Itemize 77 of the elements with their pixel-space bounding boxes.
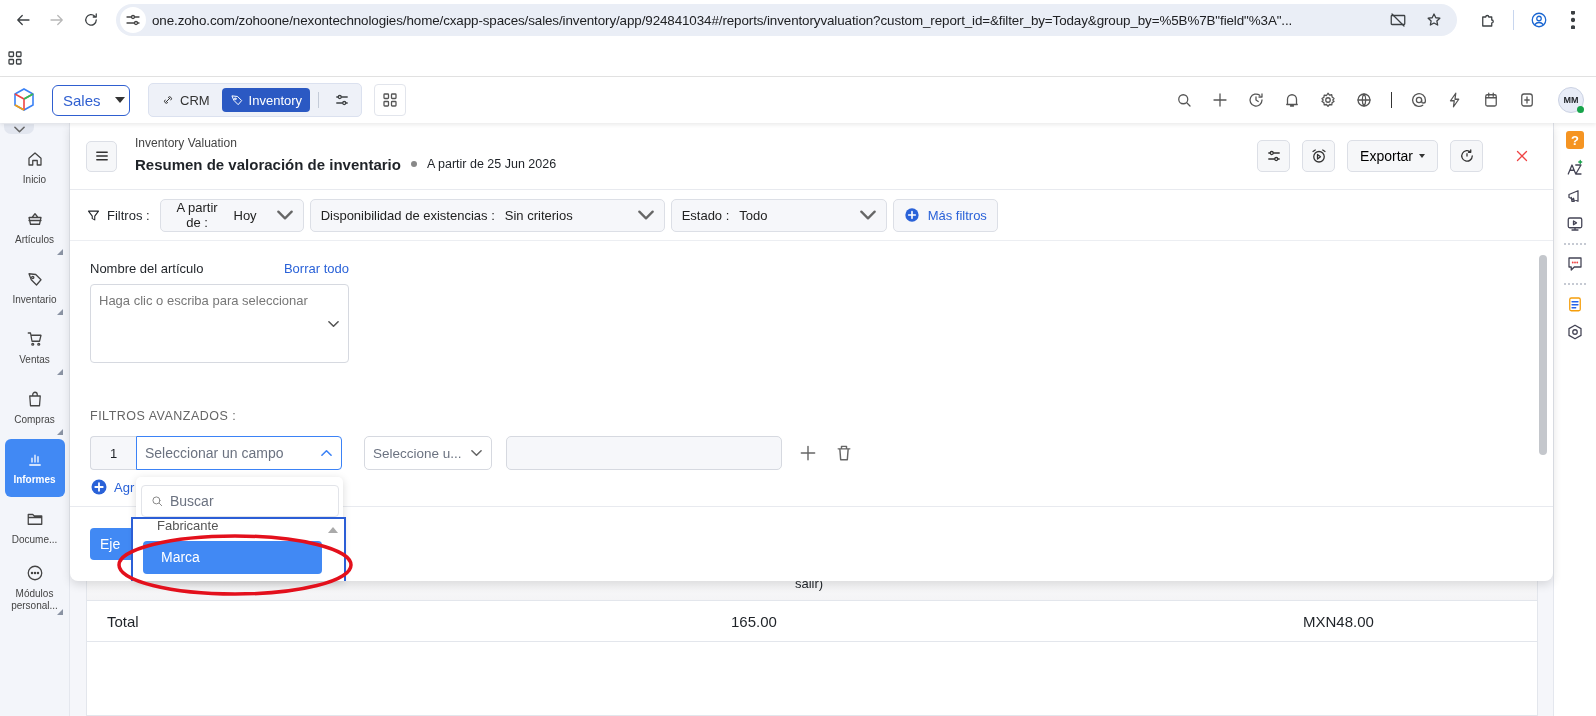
address-bar[interactable]: one.zoho.com/zohoone/nexontechnologies/home/cxapp-spaces/sales/inventory/app/924841034#/reports/inventoryvaluation?custom_report_id=&filter_by=Today&group_by=%5B%7B"field"%3A"... — [116, 4, 1457, 36]
document-icon — [1518, 91, 1536, 109]
sidebar-item[interactable]: Artículos — [4, 199, 65, 257]
field-label: Nombre del artículo — [90, 261, 204, 276]
refresh-button[interactable] — [1450, 140, 1483, 172]
video-screen-icon — [1566, 215, 1584, 233]
menu-button[interactable] — [86, 140, 117, 172]
home-icon — [25, 150, 44, 168]
at-sign-icon — [1410, 91, 1428, 109]
notes-icon — [1566, 295, 1584, 313]
more-icon — [25, 564, 44, 582]
sidebar-item[interactable]: Inventario — [4, 259, 65, 317]
field-select[interactable]: Seleccionar un campo — [136, 436, 342, 470]
section-heading: FILTROS AVANZADOS : — [90, 409, 238, 423]
sidebar-item[interactable]: Módulos personal... — [4, 559, 65, 617]
translate-icon — [1566, 159, 1584, 177]
breadcrumb: Inventory Valuation — [135, 135, 238, 150]
sidebar-item[interactable]: Docume... — [4, 499, 65, 557]
grid-button[interactable] — [374, 84, 407, 116]
filter-dropdown[interactable]: A partir de : Hoy — [159, 198, 304, 232]
search-field[interactable]: Buscar — [141, 485, 339, 517]
url-text: one.zoho.com/zohoone/nexontechnologies/home/cxapp-spaces/sales/inventory/app/924841034#/reports/inventoryvaluation?custom_report_id=&filter_by=Today&group_by=%5B%7B"field"%3A"... — [152, 12, 1294, 28]
schedule-button[interactable] — [1302, 140, 1336, 172]
hexagon-icon — [1566, 323, 1584, 341]
plus-circle-icon — [903, 207, 920, 223]
cube-logo-icon[interactable] — [12, 87, 36, 113]
filters-label: Filtros : — [107, 207, 150, 223]
operator-select[interactable]: Seleccione u... — [364, 436, 492, 470]
table-cell-text: MXN48.00 — [1303, 612, 1375, 630]
plus-circle-icon — [90, 478, 108, 496]
table-cell-text: Total — [107, 612, 140, 630]
app-tab[interactable]: CRM — [153, 88, 218, 112]
filter-dropdown[interactable]: Disponibilidad de existencias : Sin criterios — [309, 198, 665, 232]
globe-icon — [1354, 91, 1373, 109]
grid-icon — [381, 91, 400, 109]
item-select-field[interactable]: Haga clic o escriba para seleccionar — [90, 284, 349, 363]
plus-icon — [798, 443, 818, 463]
tag-icon — [25, 270, 44, 288]
collapse-tab[interactable] — [4, 124, 34, 134]
alarm-clock-icon — [1309, 147, 1328, 165]
calendar-icon — [1482, 91, 1500, 109]
clear-all-link[interactable]: Borrar todo — [283, 261, 349, 276]
filter-icon — [86, 207, 101, 223]
customize-button[interactable] — [1257, 140, 1291, 172]
history-icon — [1246, 91, 1265, 109]
chevron-icon — [13, 125, 25, 133]
chevron-icon — [471, 449, 482, 457]
bullet-icon — [410, 161, 417, 167]
space-dropdown[interactable]: Sales — [52, 84, 130, 116]
apps-icon — [6, 49, 24, 67]
add-criterion-link[interactable]: Agr — [114, 479, 135, 495]
chat-icon — [1566, 255, 1584, 273]
reload-icon — [82, 11, 100, 29]
table-cell-text: 165.00 — [731, 612, 778, 630]
export-button[interactable]: Exportar — [1347, 140, 1438, 172]
basket-icon — [25, 210, 44, 228]
filter-dropdown[interactable]: Estado : Todo — [670, 198, 887, 232]
report-date: A partir de 25 Jun 2026 — [426, 157, 557, 171]
chevron-up-icon — [321, 449, 332, 457]
value-field[interactable] — [506, 436, 782, 470]
profile-icon — [1530, 11, 1548, 29]
report-title: Resumen de valoración de inventario — [135, 155, 401, 173]
more-filters-button[interactable]: Más filtros — [892, 198, 998, 232]
scrollbar[interactable] — [1539, 255, 1547, 455]
row-number: 1 — [90, 436, 136, 470]
sidebar-item[interactable]: Inicio — [4, 139, 65, 197]
link-icon — [161, 93, 175, 107]
star-icon — [1425, 11, 1443, 29]
cart-icon — [25, 330, 44, 348]
tag-icon — [229, 93, 244, 107]
user-avatar[interactable]: MM — [1558, 87, 1584, 113]
app-tab[interactable]: Inventory — [221, 88, 311, 112]
camera-off-icon — [1389, 11, 1407, 29]
menu-icon — [1571, 11, 1575, 29]
chevron-icon — [328, 320, 339, 327]
sidebar-item[interactable]: Ventas — [4, 319, 65, 377]
settings-icon — [1318, 91, 1337, 109]
